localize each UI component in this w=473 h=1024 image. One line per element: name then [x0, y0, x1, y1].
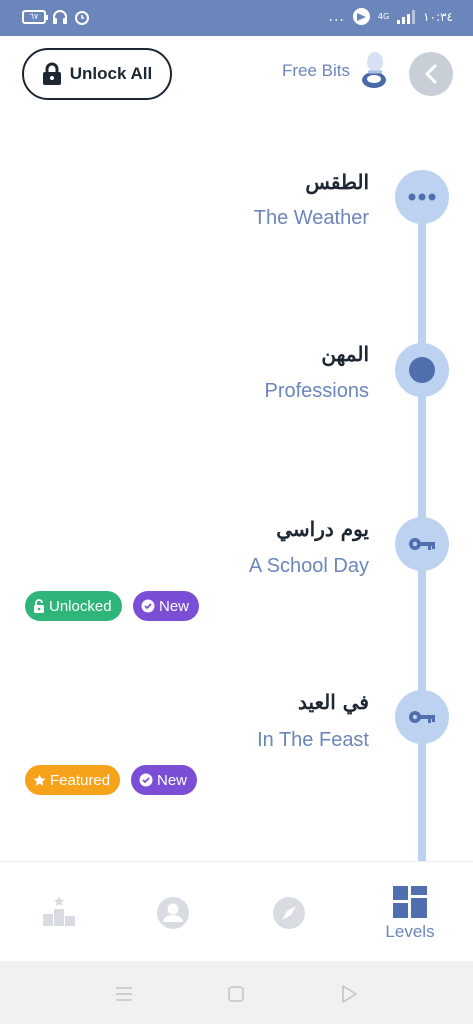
level-title-english[interactable]: In The Feast	[257, 729, 369, 752]
chevron-left-icon	[425, 64, 437, 84]
compass-icon	[273, 897, 305, 929]
new-badge[interactable]: New	[131, 765, 198, 795]
level-title-english[interactable]: Professions	[265, 380, 370, 403]
level-title-arabic[interactable]: الطقس	[305, 170, 369, 194]
unlock-all-label: Unlock All	[69, 64, 153, 83]
back-nav-button[interactable]	[334, 979, 364, 1009]
back-button[interactable]	[409, 52, 453, 96]
telegram-icon	[352, 8, 370, 25]
status-left: ٦٧	[22, 9, 90, 25]
level-node-feast[interactable]	[395, 690, 449, 744]
levels-grid-icon	[393, 886, 427, 918]
network-type: 4G	[377, 12, 390, 21]
nav-profile[interactable]	[114, 862, 232, 962]
current-dot-icon	[409, 357, 435, 383]
level-node-professions[interactable]	[395, 343, 449, 397]
notification-dots: ...	[328, 8, 345, 25]
star-icon	[33, 774, 46, 786]
bottom-nav: Levels	[0, 861, 473, 961]
battery-icon: ٦٧	[22, 10, 48, 24]
badge-label: New	[157, 771, 188, 789]
level-title-english[interactable]: A School Day	[249, 555, 369, 578]
level-title-arabic[interactable]: في العيد	[298, 690, 369, 714]
level-title-arabic[interactable]: يوم دراسي	[276, 517, 369, 541]
battery-level: ٦٧	[29, 12, 39, 21]
signal-icon	[397, 9, 416, 24]
system-nav-bar	[0, 961, 473, 1024]
free-bits-link[interactable]: Free Bits	[282, 61, 350, 81]
level-node-weather[interactable]	[395, 170, 449, 224]
badge-label: Unlocked	[49, 597, 112, 615]
alarm-icon	[75, 11, 89, 25]
level-title-arabic[interactable]: المهن	[321, 342, 369, 366]
nav-levels[interactable]: Levels	[351, 862, 469, 962]
new-badge[interactable]: New	[133, 591, 200, 621]
recent-apps-button[interactable]	[109, 979, 139, 1009]
headphones-icon	[53, 10, 67, 24]
unlocked-badge[interactable]: Unlocked	[25, 591, 122, 621]
lock-icon	[42, 62, 61, 85]
verified-icon	[141, 599, 155, 613]
nav-levels-label: Levels	[385, 922, 435, 941]
profile-icon	[157, 897, 189, 929]
featured-badge[interactable]: Featured	[25, 765, 121, 795]
key-icon	[409, 538, 435, 550]
nav-leaderboard[interactable]	[0, 862, 118, 962]
nav-explore[interactable]	[230, 862, 348, 962]
more-dots-icon	[408, 193, 436, 201]
badge-label: New	[159, 597, 190, 615]
level-node-school-day[interactable]	[395, 517, 449, 571]
square-icon	[228, 986, 244, 1002]
key-icon	[409, 711, 435, 723]
clock: ١٠:٣٤	[423, 9, 453, 24]
bits-bag-icon[interactable]	[358, 50, 392, 90]
level-title-english[interactable]: The Weather	[254, 207, 369, 230]
home-button[interactable]	[221, 979, 251, 1009]
unlock-all-button[interactable]: Unlock All	[22, 48, 172, 100]
status-bar: ٦٧ ... 4G ١٠:٣٤	[0, 0, 473, 36]
unlock-icon	[34, 599, 44, 613]
verified-icon	[139, 773, 153, 787]
menu-lines-icon	[116, 987, 132, 1001]
play-triangle-icon	[342, 985, 357, 1003]
leaderboard-icon	[43, 896, 75, 926]
status-right: ... 4G ١٠:٣٤	[329, 8, 453, 25]
badge-label: Featured	[50, 771, 111, 789]
